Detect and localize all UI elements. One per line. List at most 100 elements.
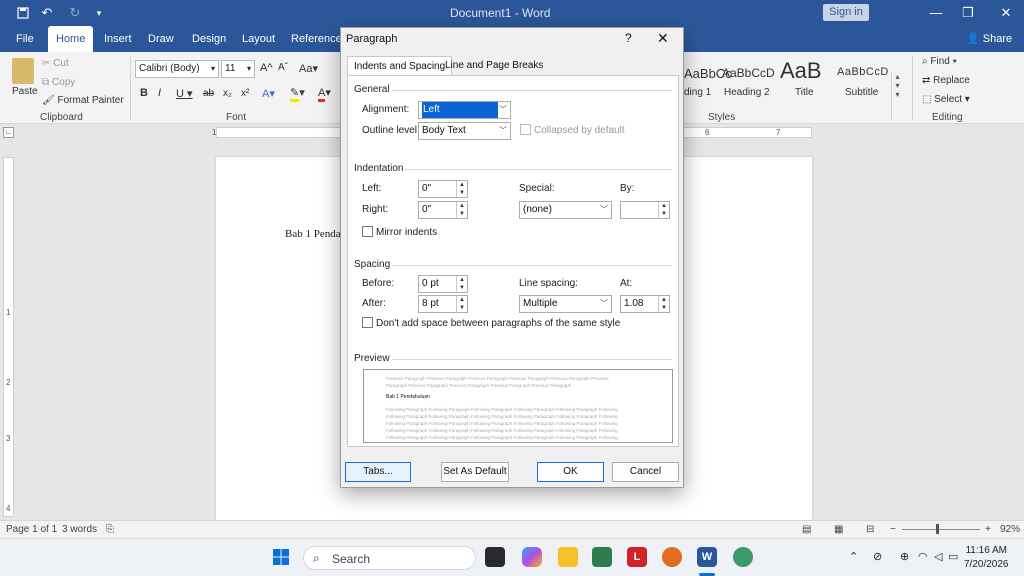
tab-file[interactable]: File (8, 26, 42, 52)
save-icon[interactable] (14, 4, 32, 22)
word-icon[interactable]: W (697, 547, 717, 567)
zoom-slider[interactable] (902, 529, 980, 530)
style-title-preview[interactable]: AaB (780, 58, 822, 84)
close-icon[interactable]: ✕ (657, 30, 669, 47)
word-count[interactable]: 3 words (62, 524, 97, 535)
outline-level-select[interactable]: Body Text ﹀ (418, 122, 511, 140)
grow-font-icon[interactable]: A^ (260, 62, 273, 74)
sign-in-button[interactable]: Sign in (823, 4, 869, 21)
select-button[interactable]: ⬚ Select ▾ (922, 94, 970, 105)
page-count[interactable]: Page 1 of 1 (6, 524, 57, 535)
spin-down-icon[interactable]: ▼ (456, 210, 467, 218)
spin-down-icon[interactable]: ▼ (658, 304, 669, 312)
strikethrough-icon[interactable]: ab (203, 88, 214, 99)
tray-chevron-icon[interactable]: ⌃ (849, 550, 858, 563)
language-icon[interactable]: ⊕ (900, 550, 909, 563)
text-effects-icon[interactable]: A▾ (262, 87, 275, 100)
tab-home[interactable]: Home (48, 26, 94, 52)
browser-icon[interactable] (733, 547, 753, 567)
change-case-icon[interactable]: Aa▾ (299, 62, 318, 75)
spacing-after-spinner[interactable]: 8 pt ▲ ▼ (418, 295, 468, 313)
spacing-before-spinner[interactable]: 0 pt ▲ ▼ (418, 275, 468, 293)
file-explorer-icon[interactable] (558, 547, 578, 567)
minimize-icon[interactable]: — (924, 4, 948, 22)
styles-scroll[interactable]: ▴ ▾ ▾ (891, 72, 903, 120)
document-text[interactable]: Bab 1 Penda (285, 228, 341, 240)
spin-up-icon[interactable]: ▲ (456, 181, 467, 189)
superscript-icon[interactable]: x² (241, 88, 249, 99)
indent-left-spinner[interactable]: 0" ▲ ▼ (418, 180, 468, 198)
dont-add-space-checkbox[interactable] (362, 317, 373, 328)
find-button[interactable]: ⌕ Find ▾ (922, 56, 957, 67)
print-layout-icon[interactable]: ▦ (834, 524, 843, 535)
spin-down-icon[interactable]: ▼ (456, 284, 467, 292)
taskbar-search[interactable]: ⌕ Search (303, 546, 476, 570)
volume-icon[interactable]: ◁ (934, 550, 942, 563)
tabs-button[interactable]: Tabs... (345, 462, 411, 482)
underline-icon[interactable]: U ▾ (176, 87, 193, 100)
battery-icon[interactable]: ▭ (948, 550, 958, 563)
spin-up-icon[interactable]: ▲ (456, 296, 467, 304)
style-subtitle-preview[interactable]: AaBbCcD (837, 66, 889, 78)
shrink-font-icon[interactable]: Aˇ (278, 62, 288, 73)
tab-design[interactable]: Design (184, 26, 234, 52)
subscript-icon[interactable]: x₂ (223, 88, 232, 99)
zoom-level[interactable]: 92% (1000, 524, 1020, 535)
at-spinner[interactable]: 1.08 ▲ ▼ (620, 295, 670, 313)
indent-right-spinner[interactable]: 0" ▲ ▼ (418, 201, 468, 219)
copilot-icon[interactable] (522, 547, 542, 567)
close-window-icon[interactable]: ✕ (994, 4, 1018, 22)
start-icon[interactable] (271, 547, 291, 567)
by-spinner[interactable]: ▲ ▼ (620, 201, 670, 219)
tab-insert[interactable]: Insert (96, 26, 140, 52)
highlight-icon[interactable]: ✎▾ (290, 86, 305, 102)
collapsed-checkbox[interactable] (520, 124, 531, 135)
mirror-indents-checkbox[interactable] (362, 226, 373, 237)
zoom-in-icon[interactable]: + (985, 524, 991, 535)
tab-selector-icon[interactable]: ∟ (3, 127, 14, 138)
tab-draw[interactable]: Draw (140, 26, 182, 52)
italic-icon[interactable]: I (158, 87, 161, 99)
style-heading2-preview[interactable]: AaBbCcD (722, 66, 775, 80)
zoom-out-icon[interactable]: − (890, 524, 896, 535)
vertical-ruler[interactable]: 1 2 3 4 (3, 157, 14, 517)
l-app-icon[interactable]: L (627, 547, 647, 567)
bold-icon[interactable]: B (140, 87, 148, 99)
replace-button[interactable]: ⇄ Replace (922, 75, 970, 86)
cut-button[interactable]: ✂ Cut (42, 58, 69, 69)
special-select[interactable]: (none) ﹀ (519, 201, 612, 219)
format-painter-button[interactable]: 🖌 Format Painter (42, 95, 124, 106)
paste-button[interactable]: Paste (12, 86, 38, 97)
spin-up-icon[interactable]: ▲ (456, 276, 467, 284)
network-off-icon[interactable]: ⊘ (873, 550, 882, 563)
customize-toolbar-icon[interactable]: ▾ (90, 4, 108, 22)
font-name-combo[interactable]: Calibri (Body) ▾ (135, 60, 219, 78)
spin-down-icon[interactable]: ▼ (658, 210, 669, 218)
wifi-icon[interactable]: ◠ (918, 550, 928, 563)
redo-icon[interactable]: ↻ (66, 4, 84, 22)
spin-down-icon[interactable]: ▼ (456, 189, 467, 197)
restore-icon[interactable]: ❐ (956, 4, 980, 22)
store-icon[interactable] (592, 547, 612, 567)
font-size-combo[interactable]: 11 ▾ (221, 60, 255, 78)
proofing-icon[interactable]: ⎘ (106, 524, 114, 535)
undo-icon[interactable]: ↶ (38, 4, 56, 22)
set-as-default-button[interactable]: Set As Default (441, 462, 509, 482)
spin-down-icon[interactable]: ▼ (456, 304, 467, 312)
copy-button[interactable]: ⧉ Copy (42, 77, 75, 88)
ok-button[interactable]: OK (537, 462, 604, 482)
alignment-select[interactable]: Left ﹀ (418, 101, 511, 119)
spin-up-icon[interactable]: ▲ (658, 296, 669, 304)
firefox-icon[interactable] (662, 547, 682, 567)
spin-up-icon[interactable]: ▲ (456, 202, 467, 210)
zoom-slider-thumb[interactable] (936, 524, 939, 534)
paste-icon[interactable] (12, 58, 34, 84)
task-view-icon[interactable] (485, 547, 505, 567)
cancel-button[interactable]: Cancel (612, 462, 679, 482)
font-color-icon[interactable]: A▾ (318, 86, 331, 102)
clock[interactable]: 11:16 AM 7/20/2026 (964, 544, 1009, 572)
help-icon[interactable]: ? (625, 31, 632, 45)
spin-up-icon[interactable]: ▲ (658, 202, 669, 210)
web-layout-icon[interactable]: ⊟ (866, 524, 874, 535)
tab-layout[interactable]: Layout (234, 26, 283, 52)
